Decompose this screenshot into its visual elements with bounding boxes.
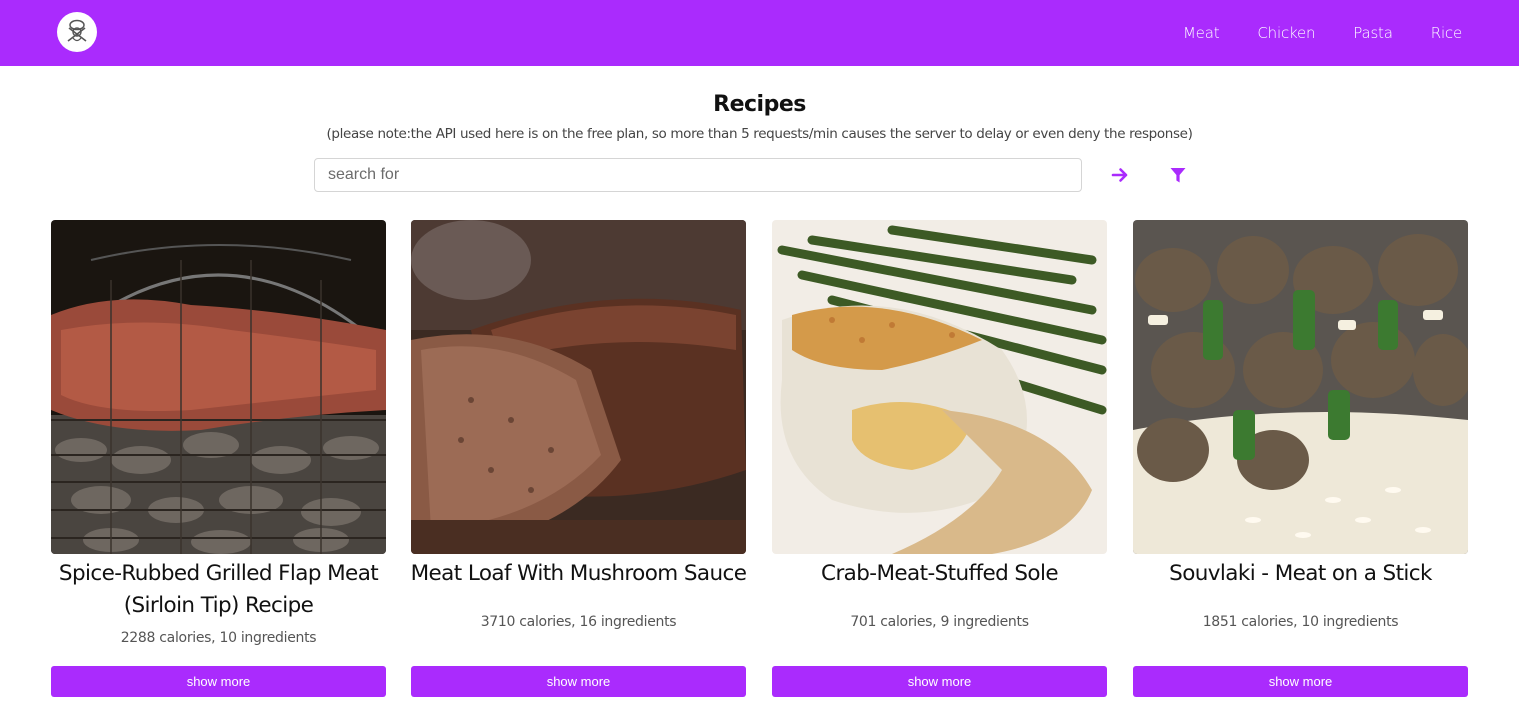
- show-more-button[interactable]: show more: [411, 666, 746, 697]
- page-title: Recipes: [713, 92, 806, 117]
- recipe-image[interactable]: [772, 220, 1107, 554]
- recipe-title: Meat Loaf With Mushroom Sauce: [410, 561, 747, 586]
- recipe-image[interactable]: [411, 220, 746, 554]
- recipe-info: 2288 calories, 10 ingredients: [120, 630, 317, 646]
- show-more-button[interactable]: show more: [772, 666, 1107, 697]
- recipe-image[interactable]: [1133, 220, 1468, 554]
- nav-links: Meat Chicken Pasta Rice: [1183, 0, 1462, 66]
- recipe-title: Spice-Rubbed Grilled Flap Meat (Sirloin …: [58, 561, 379, 618]
- nav-link-meat[interactable]: Meat: [1183, 24, 1220, 42]
- souvlaki-image: [1133, 220, 1468, 554]
- filter-button[interactable]: [1165, 162, 1191, 188]
- search-input[interactable]: [314, 158, 1082, 192]
- stuffed-sole-image: [772, 220, 1107, 554]
- recipe-info: 1851 calories, 10 ingredients: [1202, 614, 1399, 630]
- recipe-title: Souvlaki - Meat on a Stick: [1169, 561, 1432, 586]
- recipe-card: Meat Loaf With Mushroom Sauce 3710 calor…: [411, 220, 747, 698]
- recipe-info: 701 calories, 9 ingredients: [850, 614, 1029, 630]
- meat-loaf-image: [411, 220, 746, 554]
- nav-link-pasta[interactable]: Pasta: [1353, 24, 1393, 42]
- logo[interactable]: [57, 12, 97, 52]
- recipe-image[interactable]: [51, 220, 386, 554]
- chef-icon: [67, 19, 87, 42]
- nav-link-rice[interactable]: Rice: [1431, 24, 1462, 42]
- nav-link-chicken[interactable]: Chicken: [1257, 24, 1315, 42]
- recipe-card: Souvlaki - Meat on a Stick 1851 calories…: [1133, 220, 1468, 698]
- search-submit-button[interactable]: [1107, 162, 1133, 188]
- show-more-button[interactable]: show more: [1133, 666, 1468, 697]
- show-more-button[interactable]: show more: [51, 666, 386, 697]
- recipe-card: Spice-Rubbed Grilled Flap Meat (Sirloin …: [51, 220, 386, 698]
- recipe-card: Crab-Meat-Stuffed Sole 701 calories, 9 i…: [772, 220, 1107, 698]
- arrow-right-icon: [1111, 168, 1128, 182]
- top-navbar: Meat Chicken Pasta Rice: [0, 0, 1519, 66]
- recipe-info: 3710 calories, 16 ingredients: [480, 614, 677, 630]
- grilled-meat-image: [51, 220, 386, 554]
- recipe-title: Crab-Meat-Stuffed Sole: [821, 561, 1059, 586]
- api-note: (please note:the API used here is on the…: [326, 126, 1193, 142]
- filter-icon: [1170, 168, 1186, 183]
